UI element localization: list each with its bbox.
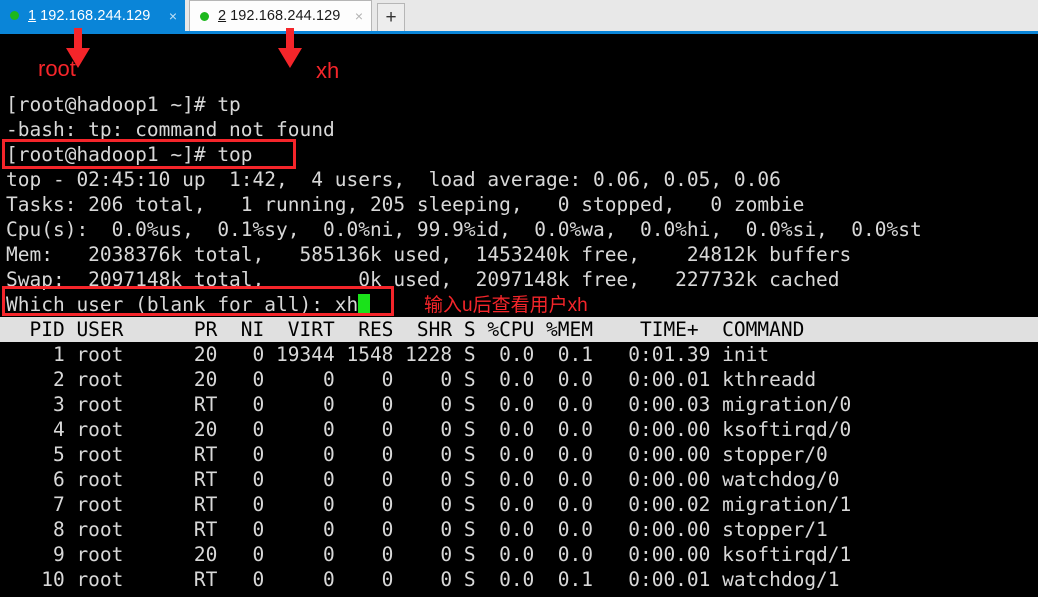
terminal-tab-1[interactable]: 1 192.168.244.129 × — [0, 0, 185, 31]
table-row: 8 root RT 0 0 0 0 S 0.0 0.0 0:00.00 stop… — [6, 518, 828, 541]
table-row: 7 root RT 0 0 0 0 S 0.0 0.0 0:00.02 migr… — [6, 493, 852, 516]
annotation-label-xh: xh — [316, 58, 340, 83]
new-tab-button[interactable]: + — [377, 3, 405, 31]
tab-title-label: 192.168.244.129 — [40, 7, 151, 24]
table-row: 9 root 20 0 0 0 0 S 0.0 0.0 0:00.00 ksof… — [6, 543, 852, 566]
annotation-label-root: root — [38, 56, 76, 81]
table-row: 3 root RT 0 0 0 0 S 0.0 0.0 0:00.03 migr… — [6, 393, 852, 416]
text-cursor — [358, 294, 371, 315]
connection-status-dot — [10, 11, 19, 20]
table-row: 5 root RT 0 0 0 0 S 0.0 0.0 0:00.00 stop… — [6, 443, 828, 466]
tab-index-label: 1 — [28, 7, 37, 24]
top-summary-cpu: Cpu(s): 0.0%us, 0.1%sy, 0.0%ni, 99.9%id,… — [6, 218, 922, 241]
terminal-line-command-tp: [root@hadoop1 ~]# tp — [6, 93, 241, 116]
table-row: 6 root RT 0 0 0 0 S 0.0 0.0 0:00.00 watc… — [6, 468, 840, 491]
terminal-tab-2[interactable]: 2 192.168.244.129 × — [189, 0, 372, 31]
tab-title-label: 192.168.244.129 — [230, 8, 341, 24]
annotation-note-user: 输入u后查看用户xh — [424, 295, 588, 316]
close-icon[interactable]: × — [163, 9, 177, 23]
which-user-prompt[interactable]: Which user (blank for all): xh — [6, 292, 371, 317]
close-icon[interactable]: × — [349, 9, 363, 23]
terminal-line-error: -bash: tp: command not found — [6, 118, 335, 141]
connection-status-dot — [200, 11, 209, 21]
table-row: 4 root 20 0 0 0 0 S 0.0 0.0 0:00.00 ksof… — [6, 418, 852, 441]
process-table-header: PID USER PR NI VIRT RES SHR S %CPU %MEM … — [0, 317, 1038, 342]
table-row: 2 root 20 0 0 0 0 S 0.0 0.0 0:00.01 kthr… — [6, 368, 817, 391]
browser-tab-bar: 1 192.168.244.129 × 2 192.168.244.129 × … — [0, 0, 1038, 34]
top-summary-mem: Mem: 2038376k total, 585136k used, 14532… — [6, 243, 852, 266]
which-user-prompt-label: Which user (blank for all): — [6, 293, 335, 316]
table-row: 10 root RT 0 0 0 0 S 0.0 0.1 0:00.01 wat… — [6, 568, 840, 591]
which-user-input-value[interactable]: xh — [335, 293, 358, 316]
tab-index-label: 2 — [218, 8, 227, 24]
top-summary-tasks: Tasks: 206 total, 1 running, 205 sleepin… — [6, 193, 805, 216]
top-summary-swap: Swap: 2097148k total, 0k used, 2097148k … — [6, 268, 840, 291]
terminal-line-command-top: [root@hadoop1 ~]# top — [6, 143, 253, 166]
top-summary-uptime: top - 02:45:10 up 1:42, 4 users, load av… — [6, 168, 781, 191]
table-row: 1 root 20 0 19344 1548 1228 S 0.0 0.1 0:… — [6, 343, 770, 366]
